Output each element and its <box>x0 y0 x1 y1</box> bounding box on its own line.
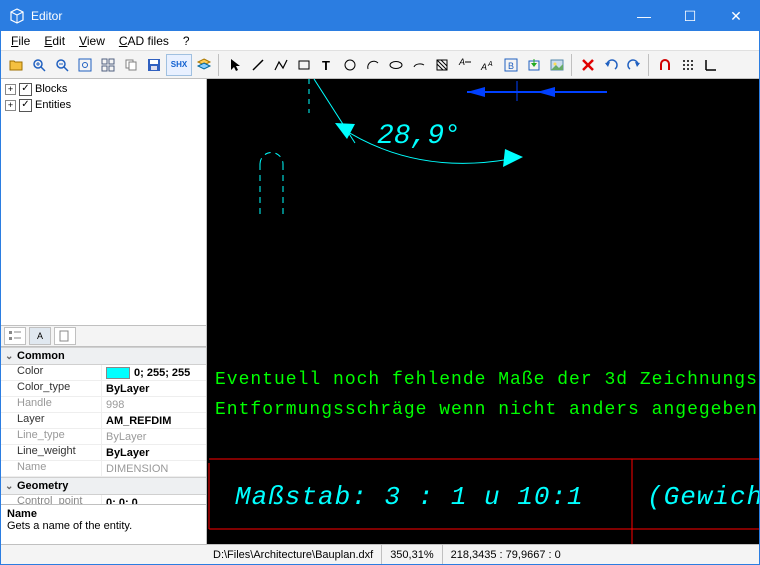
redo-button[interactable] <box>623 54 645 76</box>
status-zoom: 350,31% <box>382 545 442 564</box>
arc-button[interactable] <box>362 54 384 76</box>
prop-row-handle[interactable]: Handle998 <box>1 397 206 413</box>
menu-file[interactable]: File <box>5 34 36 48</box>
property-help: Name Gets a name of the entity. <box>1 504 206 544</box>
expand-icon[interactable]: + <box>5 84 16 95</box>
ortho-button[interactable] <box>700 54 722 76</box>
image-button[interactable] <box>546 54 568 76</box>
status-coords: 218,3435 : 79,9667 : 0 <box>443 545 759 564</box>
circle-button[interactable] <box>339 54 361 76</box>
leader-button[interactable]: A <box>454 54 476 76</box>
zoom-fit-button[interactable] <box>74 54 96 76</box>
insert-button[interactable] <box>523 54 545 76</box>
hatch-button[interactable] <box>431 54 453 76</box>
prop-row-color-type[interactable]: Color_typeByLayer <box>1 381 206 397</box>
note-line-2: Entformungsschräge wenn nicht anders ang… <box>215 400 759 420</box>
property-tabs: A <box>1 325 206 347</box>
help-desc: Gets a name of the entity. <box>7 520 200 532</box>
toolbar: SHX T A AA B <box>1 51 759 79</box>
checkbox[interactable] <box>19 83 32 96</box>
entity-tree[interactable]: + Blocks + Entities <box>1 79 206 325</box>
close-button[interactable]: ✕ <box>713 1 759 31</box>
svg-text:A: A <box>487 61 493 68</box>
tree-label: Entities <box>35 99 71 111</box>
titleblock-scale: Maßstab: 3 : 1 u 10:1 <box>235 482 584 512</box>
titleblock-weight: (Gewicht) <box>647 482 759 512</box>
tree-item-blocks[interactable]: + Blocks <box>1 81 206 97</box>
tab-categorized[interactable] <box>4 327 26 345</box>
layers-button[interactable] <box>193 54 215 76</box>
save-button[interactable] <box>143 54 165 76</box>
copy-button[interactable] <box>120 54 142 76</box>
snap-button[interactable] <box>654 54 676 76</box>
angle-dim: 28,9° <box>377 121 461 152</box>
prop-row-color[interactable]: Color0; 255; 255 <box>1 365 206 381</box>
menubar: File Edit View CAD files ? <box>1 31 759 51</box>
polyline-button[interactable] <box>270 54 292 76</box>
menu-edit[interactable]: Edit <box>38 34 71 48</box>
pointer-button[interactable] <box>224 54 246 76</box>
checkbox[interactable] <box>19 99 32 112</box>
shx-button[interactable]: SHX <box>166 54 192 76</box>
statusbar: D:\Files\Architecture\Bauplan.dxf 350,31… <box>1 544 759 564</box>
menu-view[interactable]: View <box>73 34 111 48</box>
tree-item-entities[interactable]: + Entities <box>1 97 206 113</box>
prop-row-lineweight[interactable]: Line_weightByLayer <box>1 445 206 461</box>
group-common[interactable]: ⌄Common <box>1 347 206 365</box>
expand-icon[interactable]: + <box>5 100 16 111</box>
text-button[interactable]: T <box>316 54 338 76</box>
open-button[interactable] <box>5 54 27 76</box>
zoom-in-button[interactable] <box>28 54 50 76</box>
maximize-button[interactable]: ☐ <box>667 1 713 31</box>
app-icon <box>9 8 25 24</box>
rect-button[interactable] <box>293 54 315 76</box>
prop-row-control-point[interactable]: Control_point0; 0; 0 <box>1 495 206 504</box>
undo-button[interactable] <box>600 54 622 76</box>
note-line-1: Eventuell noch fehlende Maße der 3d Zeic… <box>215 370 759 390</box>
prop-row-linetype[interactable]: Line_typeByLayer <box>1 429 206 445</box>
grid-button[interactable] <box>677 54 699 76</box>
svg-text:T: T <box>322 58 330 73</box>
status-path: D:\Files\Architecture\Bauplan.dxf <box>1 545 382 564</box>
tree-label: Blocks <box>35 83 67 95</box>
menu-cad[interactable]: CAD files <box>113 34 175 48</box>
tile-button[interactable] <box>97 54 119 76</box>
svg-text:A: A <box>480 62 487 72</box>
property-grid[interactable]: ⌄Common Color0; 255; 255 Color_typeByLay… <box>1 347 206 504</box>
menu-help[interactable]: ? <box>177 34 196 48</box>
separator <box>571 54 574 76</box>
prop-row-name[interactable]: NameDIMENSION <box>1 461 206 477</box>
group-geometry[interactable]: ⌄Geometry <box>1 477 206 495</box>
color-swatch <box>106 367 130 379</box>
svg-text:A: A <box>458 57 465 67</box>
left-panel: + Blocks + Entities A ⌄Common Color <box>1 79 207 544</box>
line-button[interactable] <box>247 54 269 76</box>
svg-text:B: B <box>508 61 514 71</box>
zoom-out-button[interactable] <box>51 54 73 76</box>
minimize-button[interactable]: — <box>621 1 667 31</box>
prop-row-layer[interactable]: LayerAM_REFDIM <box>1 413 206 429</box>
titlebar: Editor — ☐ ✕ <box>1 1 759 31</box>
tab-alphabetical[interactable]: A <box>29 327 51 345</box>
help-title: Name <box>7 508 200 520</box>
mtext-button[interactable]: AA <box>477 54 499 76</box>
drawing-canvas[interactable]: 28,9° Eventuell noch fehlende Maße der 3… <box>207 79 759 544</box>
tab-pages[interactable] <box>54 327 76 345</box>
window-title: Editor <box>31 9 621 23</box>
ellipse-button[interactable] <box>385 54 407 76</box>
ellipse-arc-button[interactable] <box>408 54 430 76</box>
block-button[interactable]: B <box>500 54 522 76</box>
delete-button[interactable] <box>577 54 599 76</box>
separator <box>648 54 651 76</box>
separator <box>218 54 221 76</box>
